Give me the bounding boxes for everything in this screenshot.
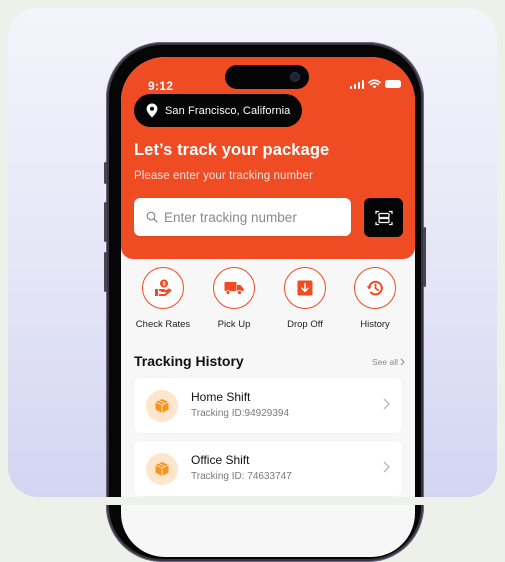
download-box-icon: [297, 280, 313, 296]
phone-bezel: 9:12 San Francisco, California Let’s tra…: [109, 45, 421, 559]
item-tracking-id: Tracking ID:94929394: [191, 408, 290, 419]
truck-icon: [224, 282, 244, 295]
tracking-history-item[interactable]: Office Shift Tracking ID: 74633747: [134, 441, 402, 496]
action-check-rates[interactable]: $ Check Rates: [128, 267, 198, 330]
package-icon-badge: [146, 390, 178, 422]
item-title: Office Shift: [191, 453, 250, 467]
battery-icon: [385, 80, 401, 88]
item-title: Home Shift: [191, 390, 251, 404]
status-time: 9:12: [148, 79, 174, 93]
power-button: [423, 227, 426, 287]
dynamic-island: [225, 65, 309, 89]
location-pin-icon: [145, 103, 159, 119]
camera-icon: [290, 72, 300, 82]
svg-text:$: $: [162, 282, 165, 288]
tracking-search-field[interactable]: [134, 198, 351, 236]
location-label: San Francisco, California: [165, 104, 291, 117]
see-all-label: See all: [372, 357, 398, 367]
check-rates-button[interactable]: $: [142, 267, 184, 309]
action-pick-up[interactable]: Pick Up: [199, 267, 269, 330]
action-label: Pick Up: [217, 319, 251, 330]
page-title: Let’s track your package: [134, 141, 330, 159]
scan-button[interactable]: [364, 198, 403, 237]
history-clock-icon: [366, 280, 383, 296]
package-icon-badge: [146, 453, 178, 485]
drop-off-button[interactable]: [284, 267, 326, 309]
chevron-right-icon: [383, 461, 390, 473]
wifi-icon: [368, 79, 381, 89]
header-panel: 9:12 San Francisco, California Let’s tra…: [121, 57, 415, 259]
signal-icon: [349, 79, 364, 89]
chevron-right-icon: [383, 398, 390, 410]
hand-dollar-icon: $: [155, 279, 172, 296]
item-tracking-id: Tracking ID: 74633747: [191, 471, 292, 482]
page-subtitle: Please enter your tracking number: [134, 170, 314, 182]
history-button[interactable]: [354, 267, 396, 309]
tracking-history-title: Tracking History: [134, 353, 244, 369]
chevron-right-icon: [400, 358, 405, 366]
see-all-link[interactable]: See all: [372, 357, 405, 367]
quick-actions: $ Check Rates Pick Up Drop Off History: [121, 267, 415, 337]
volume-down-button: [104, 252, 107, 292]
action-label: Check Rates: [135, 319, 191, 330]
action-label: History: [360, 319, 390, 330]
action-button: [104, 162, 107, 184]
status-icons: [349, 79, 401, 89]
volume-up-button: [104, 202, 107, 242]
tracking-number-input[interactable]: [164, 209, 344, 225]
action-drop-off[interactable]: Drop Off: [270, 267, 340, 330]
pick-up-button[interactable]: [213, 267, 255, 309]
action-history[interactable]: History: [340, 267, 410, 330]
package-icon: [155, 399, 169, 413]
location-selector[interactable]: San Francisco, California: [134, 94, 302, 127]
search-icon: [146, 211, 158, 223]
tracking-history-item[interactable]: Home Shift Tracking ID:94929394: [134, 378, 402, 433]
phone-frame: 9:12 San Francisco, California Let’s tra…: [104, 42, 426, 562]
phone-screen: 9:12 San Francisco, California Let’s tra…: [121, 57, 415, 557]
package-icon: [155, 462, 169, 476]
scan-icon: [374, 210, 393, 225]
action-label: Drop Off: [287, 319, 323, 330]
frame-border-bottom: [0, 497, 505, 505]
